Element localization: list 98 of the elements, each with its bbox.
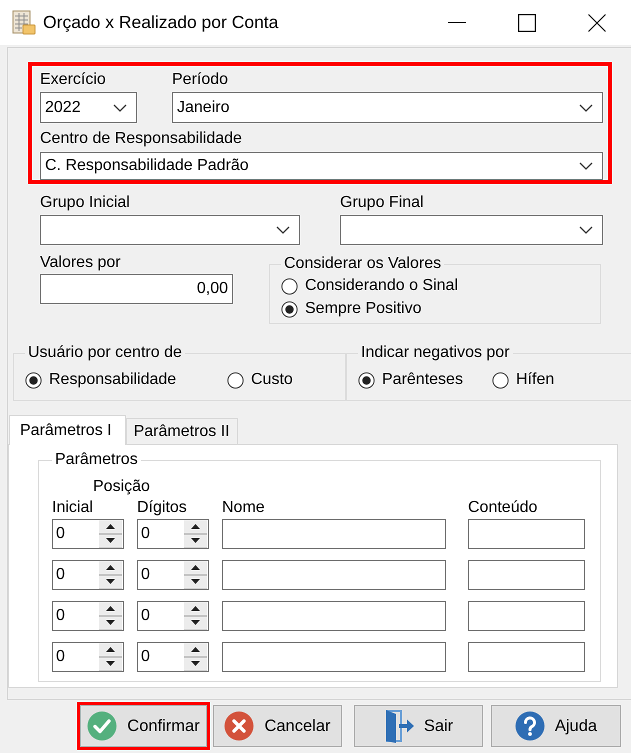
spin-down-button[interactable] xyxy=(184,532,207,548)
spin-up-button[interactable] xyxy=(99,561,122,574)
group-title: Considerar os Valores xyxy=(283,255,442,273)
radio-label: Custo xyxy=(251,371,293,389)
dropdown-field[interactable] xyxy=(340,215,603,245)
triangle-up-icon xyxy=(106,646,115,652)
spin-down-button[interactable] xyxy=(184,656,207,671)
triangle-down-icon xyxy=(106,620,115,626)
window-title: Orçado x Realizado por Conta xyxy=(43,12,280,33)
triangle-up-icon xyxy=(106,524,115,529)
number-field[interactable]: 0,00 xyxy=(40,274,233,304)
check-circle-icon xyxy=(87,711,118,741)
spin-field[interactable]: 0 xyxy=(137,519,209,549)
spin-field[interactable]: 0 xyxy=(52,560,124,590)
column-header: Nome xyxy=(222,499,266,517)
radio-button[interactable] xyxy=(281,300,298,318)
group-title: Indicar negativos por xyxy=(360,344,511,362)
radio-label: Hífen xyxy=(516,371,554,389)
column-header: Dígitos xyxy=(137,499,188,517)
tab[interactable]: Parâmetros I xyxy=(9,415,126,445)
content-field[interactable] xyxy=(468,601,585,631)
document-icon xyxy=(11,10,36,36)
triangle-down-icon xyxy=(106,538,115,544)
column-group-header: Posição xyxy=(93,478,150,496)
help-icon xyxy=(514,711,545,741)
spin-up-button[interactable] xyxy=(99,643,122,656)
triangle-down-icon xyxy=(106,579,115,584)
field-label: Exercício xyxy=(40,70,107,90)
dropdown-field[interactable]: C. Responsabilidade Padrão xyxy=(40,152,603,180)
triangle-up-icon xyxy=(106,606,115,611)
chevron-down-icon xyxy=(579,226,593,234)
content-field[interactable] xyxy=(468,560,585,590)
door-arrow-icon xyxy=(384,709,414,743)
triangle-down-icon xyxy=(106,661,115,666)
spin-down-button[interactable] xyxy=(184,614,207,630)
spin-field[interactable]: 0 xyxy=(137,601,209,631)
spin-up-button[interactable] xyxy=(184,520,207,532)
spin-field[interactable]: 0 xyxy=(137,642,209,672)
spin-down-button[interactable] xyxy=(99,614,122,630)
column-header: Inicial xyxy=(52,499,94,517)
spin-down-button[interactable] xyxy=(99,656,122,671)
field-label: Centro de Responsabilidade xyxy=(40,129,243,149)
name-field[interactable] xyxy=(222,560,446,590)
triangle-down-icon xyxy=(191,661,200,666)
spin-down-button[interactable] xyxy=(99,532,122,548)
spin-up-button[interactable] xyxy=(184,602,207,614)
spin-up-button[interactable] xyxy=(99,602,122,614)
action-button[interactable]: Confirmar xyxy=(80,705,207,747)
spin-up-button[interactable] xyxy=(99,520,122,532)
column-header: Conteúdo xyxy=(468,499,538,517)
chevron-down-icon xyxy=(579,104,593,112)
triangle-down-icon xyxy=(191,538,200,544)
spin-field[interactable]: 0 xyxy=(52,601,124,631)
chevron-down-icon xyxy=(113,104,127,112)
content-field[interactable] xyxy=(468,642,585,672)
radio-button[interactable] xyxy=(492,372,509,388)
triangle-up-icon xyxy=(191,524,200,529)
spin-field[interactable]: 0 xyxy=(52,519,124,549)
radio-label: Considerando o Sinal xyxy=(305,277,458,295)
action-button[interactable]: Ajuda xyxy=(491,705,621,747)
radio-label: Responsabilidade xyxy=(49,371,176,389)
triangle-up-icon xyxy=(191,646,200,652)
spin-up-button[interactable] xyxy=(184,561,207,574)
chevron-down-icon xyxy=(276,226,290,234)
group-title: Usuário por centro de xyxy=(27,344,183,362)
field-label: Período xyxy=(172,70,230,90)
field-label: Grupo Inicial xyxy=(40,193,131,213)
tab[interactable]: Parâmetros II xyxy=(126,418,238,444)
triangle-down-icon xyxy=(191,579,200,584)
triangle-down-icon xyxy=(191,620,200,626)
radio-button[interactable] xyxy=(281,278,298,294)
radio-label: Sempre Positivo xyxy=(305,300,422,318)
x-circle-icon xyxy=(224,711,254,741)
action-button[interactable]: Sair xyxy=(354,705,483,747)
spin-up-button[interactable] xyxy=(184,643,207,656)
group-title: Parâmetros xyxy=(54,451,139,469)
field-label: Grupo Final xyxy=(340,193,425,213)
name-field[interactable] xyxy=(222,601,446,631)
spin-down-button[interactable] xyxy=(184,574,207,589)
radio-button[interactable] xyxy=(227,372,244,388)
spin-field[interactable]: 0 xyxy=(52,642,124,672)
spin-down-button[interactable] xyxy=(99,574,122,589)
triangle-up-icon xyxy=(191,564,200,570)
radio-button[interactable] xyxy=(25,372,42,388)
field-label: Valores por xyxy=(40,253,122,273)
dropdown-field[interactable]: Janeiro xyxy=(172,92,603,123)
dropdown-field[interactable] xyxy=(40,215,300,245)
chevron-down-icon xyxy=(579,162,593,170)
name-field[interactable] xyxy=(222,642,446,672)
triangle-up-icon xyxy=(191,606,200,611)
name-field[interactable] xyxy=(222,519,446,549)
dropdown-field[interactable]: 2022 xyxy=(40,92,137,123)
action-button[interactable]: Cancelar xyxy=(213,705,342,747)
content-field[interactable] xyxy=(468,519,585,549)
spin-field[interactable]: 0 xyxy=(137,560,209,590)
radio-label: Parênteses xyxy=(382,371,463,389)
radio-button[interactable] xyxy=(358,372,375,388)
triangle-up-icon xyxy=(106,564,115,570)
